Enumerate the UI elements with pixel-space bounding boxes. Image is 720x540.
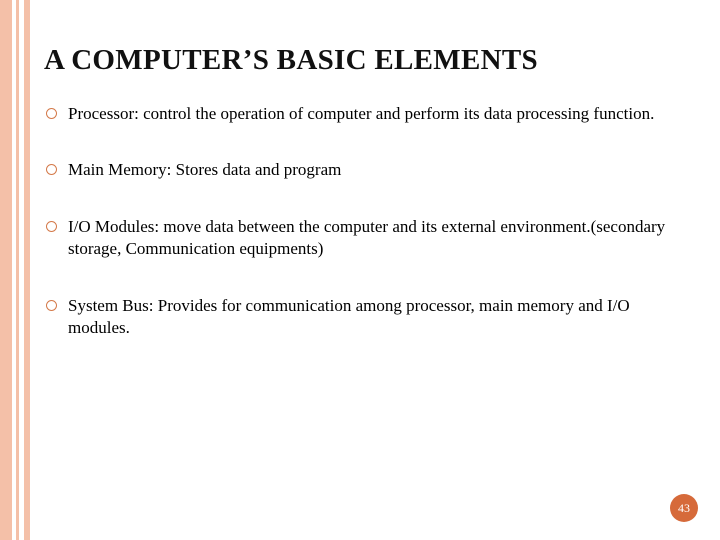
- slide: A COMPUTER’S BASIC ELEMENTS Processor: c…: [0, 0, 720, 540]
- list-item: System Bus: Provides for communication a…: [44, 295, 692, 340]
- content-area: A COMPUTER’S BASIC ELEMENTS Processor: c…: [44, 44, 692, 520]
- stripe-bar: [24, 0, 30, 540]
- list-item: Processor: control the operation of comp…: [44, 103, 692, 125]
- list-item: I/O Modules: move data between the compu…: [44, 216, 692, 261]
- bullet-list: Processor: control the operation of comp…: [44, 103, 692, 340]
- page-number-badge: 43: [670, 494, 698, 522]
- slide-title: A COMPUTER’S BASIC ELEMENTS: [44, 44, 692, 77]
- left-stripes: [0, 0, 30, 540]
- list-item: Main Memory: Stores data and program: [44, 159, 692, 181]
- stripe-bar: [0, 0, 12, 540]
